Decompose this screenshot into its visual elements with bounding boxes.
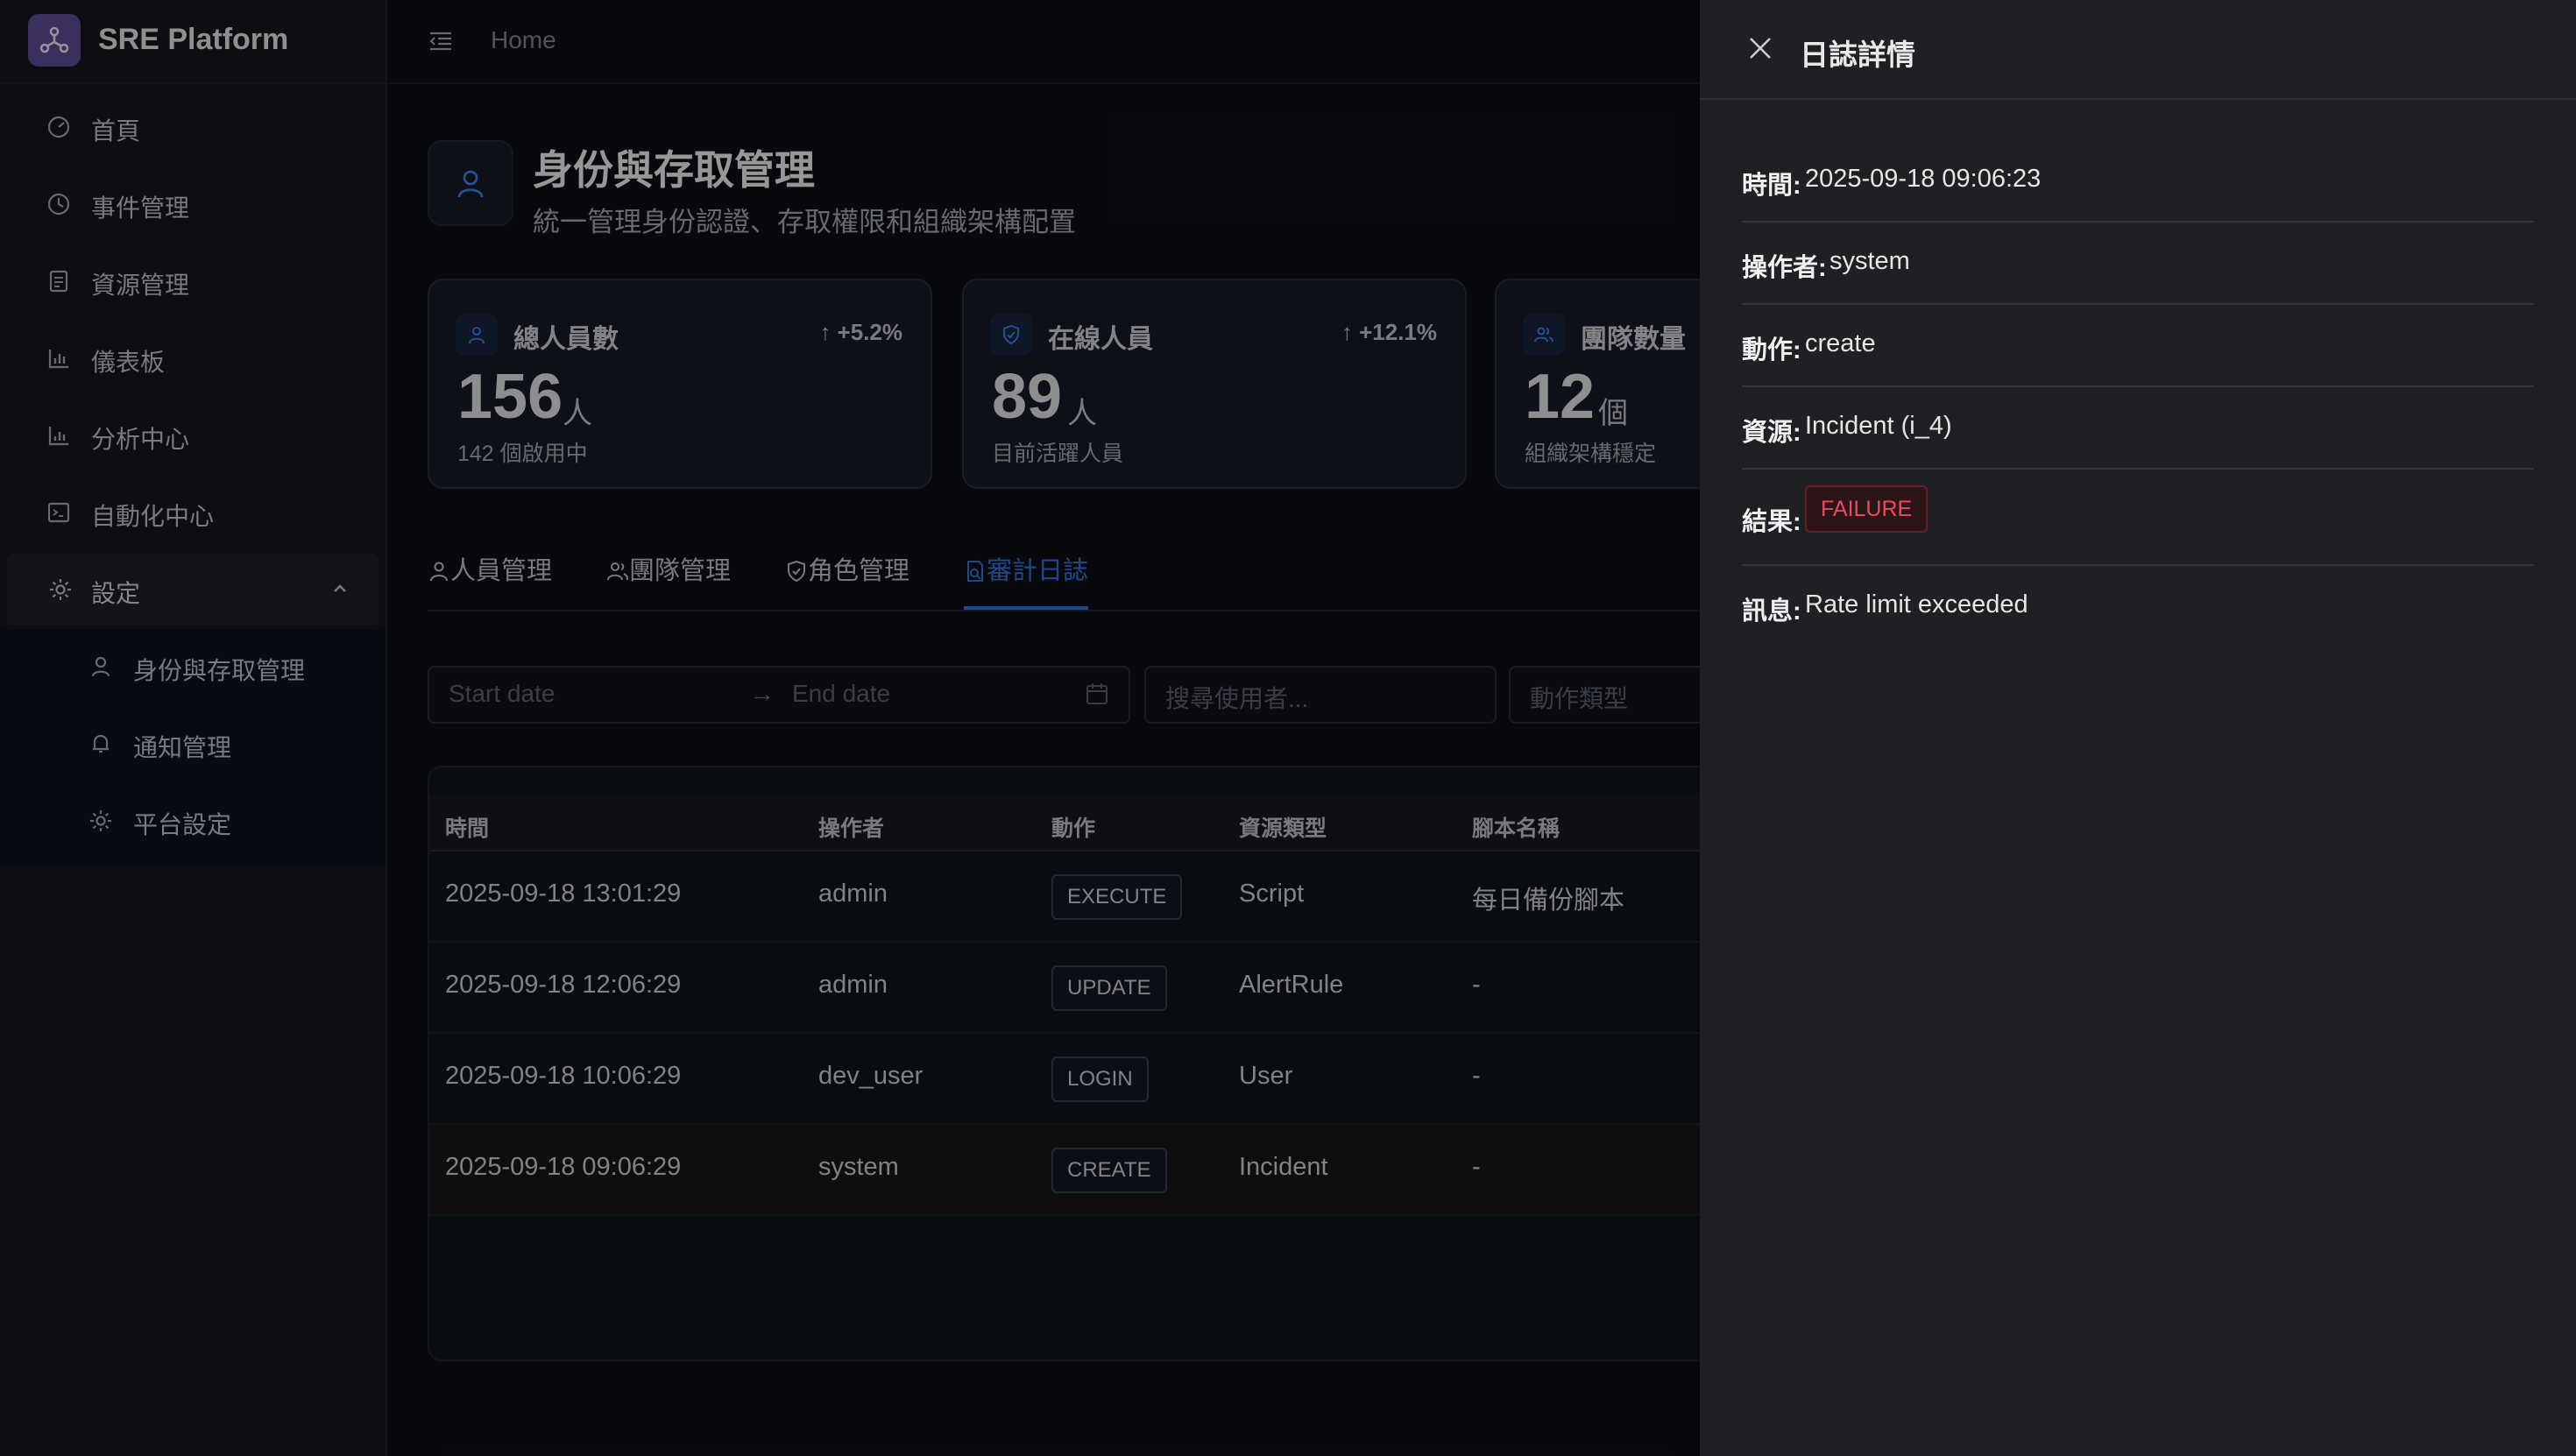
detail-label: 動作:	[1742, 336, 1801, 364]
detail-row-result: 結果: FAILURE	[1742, 470, 2534, 566]
detail-row-resource: 資源: Incident (i_4)	[1742, 387, 2534, 470]
detail-label: 時間:	[1742, 172, 1801, 200]
close-icon[interactable]	[1747, 35, 1773, 61]
log-detail-drawer: 日誌詳情 時間: 2025-09-18 09:06:23 操作者: system…	[1700, 0, 2576, 1456]
detail-row-action: 動作: create	[1742, 305, 2534, 387]
detail-row-message: 訊息: Rate limit exceeded	[1742, 566, 2534, 647]
detail-value: Rate limit exceeded	[1805, 590, 2028, 618]
detail-value: system	[1829, 247, 1910, 275]
detail-row-time: 時間: 2025-09-18 09:06:23	[1742, 140, 2534, 223]
detail-value: 2025-09-18 09:06:23	[1805, 165, 2042, 193]
detail-label: 操作者:	[1742, 254, 1827, 282]
detail-label: 結果:	[1742, 508, 1801, 536]
drawer-header: 日誌詳情	[1700, 0, 2576, 100]
detail-row-operator: 操作者: system	[1742, 223, 2534, 305]
detail-label: 資源:	[1742, 419, 1801, 447]
result-failure-badge: FAILURE	[1805, 485, 1928, 533]
drawer-mask[interactable]	[0, 0, 1700, 1456]
detail-value: Incident (i_4)	[1805, 412, 1952, 440]
drawer-title: 日誌詳情	[1800, 39, 1915, 71]
detail-label: 訊息:	[1742, 597, 1801, 626]
detail-value: create	[1805, 329, 1876, 357]
